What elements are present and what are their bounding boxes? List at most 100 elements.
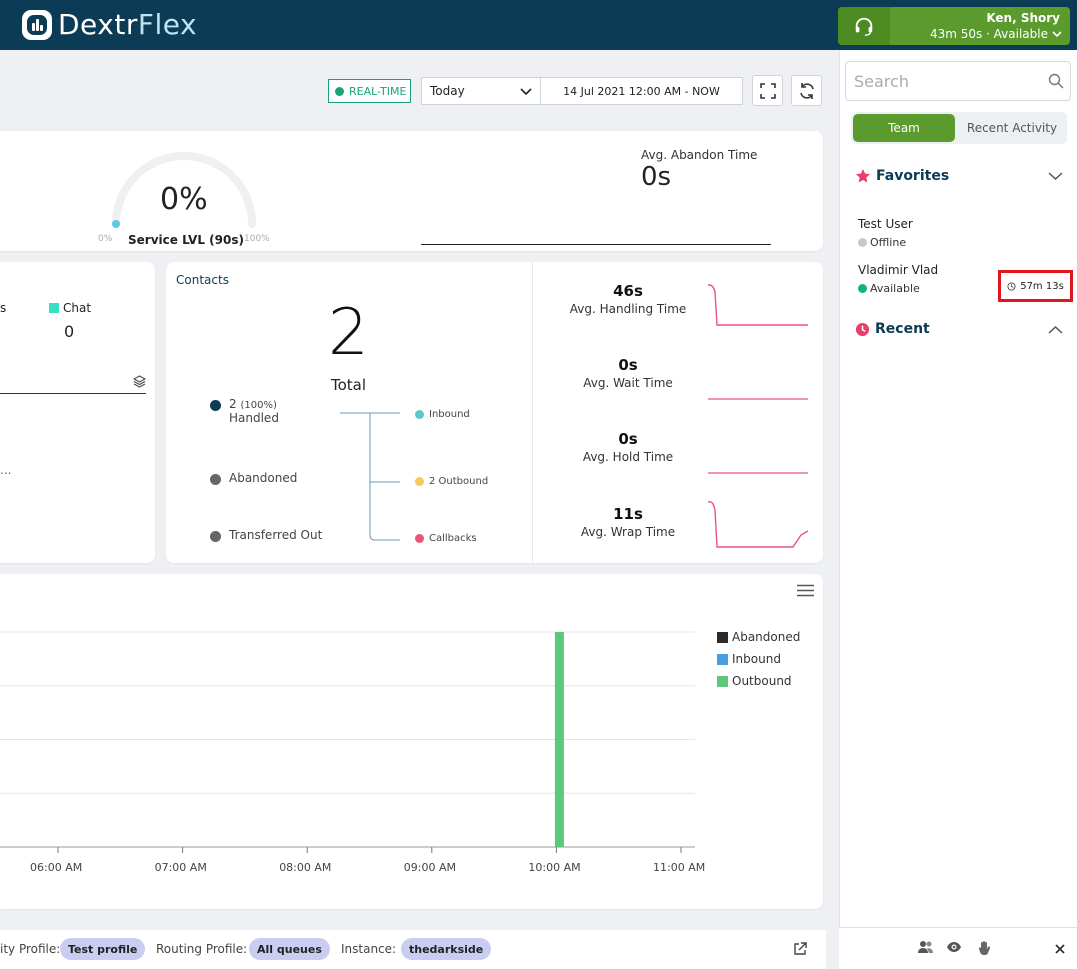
legend-swatch (717, 653, 728, 665)
transferred-item: Transferred Out (210, 528, 322, 542)
close-icon[interactable] (1055, 944, 1065, 954)
date-range-field[interactable]: 14 Jul 2021 12:00 AM - NOW (541, 77, 743, 105)
channel-partial-label: s (0, 301, 7, 315)
status-text: Available (870, 282, 920, 295)
realtime-badge: REAL-TIME (328, 79, 411, 103)
contacts-divider (532, 262, 533, 563)
user-name[interactable]: Test User (858, 217, 913, 231)
gauge-max-label: 100% (244, 234, 270, 244)
metric-label: Avg. Wrap Time (580, 525, 676, 539)
handled-dot (210, 400, 221, 411)
tab-team[interactable]: Team (853, 114, 955, 142)
chevron-down-icon[interactable] (1048, 171, 1063, 181)
instance-label: Instance: (341, 942, 397, 956)
outbound-dot (415, 477, 424, 486)
callbacks-dot (415, 534, 424, 543)
overflow-text: ... (0, 463, 12, 477)
routing-profile-pill[interactable]: All queues (249, 938, 330, 960)
external-link-icon[interactable] (793, 942, 807, 956)
search-input[interactable]: Search (845, 61, 1071, 101)
x-tick-label: 10:00 AM (528, 861, 581, 874)
callbacks-label: Callbacks (429, 533, 477, 544)
status-text: Offline (870, 236, 907, 249)
timer-text: 57m 13s (1020, 280, 1064, 292)
handled-percent: (100%) (240, 400, 277, 411)
search-icon[interactable] (1048, 73, 1064, 89)
chat-value: 0 (64, 322, 75, 341)
abandoned-dot (210, 474, 221, 485)
x-tick-label: 08:00 AM (279, 861, 332, 874)
avg-abandon-label: Avg. Abandon Time (641, 148, 758, 162)
period-select[interactable]: Today (421, 77, 541, 105)
headset-icon (838, 7, 890, 45)
outbound-item: 2 Outbound (415, 476, 488, 487)
search-placeholder: Search (854, 71, 909, 91)
x-tick-label: 09:00 AM (403, 861, 457, 874)
refresh-icon (799, 82, 814, 99)
legend-swatch (717, 631, 728, 643)
recent-label: Recent (875, 321, 930, 337)
agent-status-text: 43m 50s · Available (929, 27, 1048, 41)
routing-profile-label: Routing Profile: (156, 942, 248, 956)
clock-icon (1007, 281, 1016, 291)
avg-abandon-value: 0s (641, 162, 672, 192)
metric-sparklines (707, 284, 809, 548)
metric-wrap: 11s Avg. Wrap Time (553, 505, 703, 539)
metric-value: 46s (613, 282, 643, 300)
user-status-timer: 57m 13s (998, 270, 1073, 302)
refresh-button[interactable] (791, 75, 822, 106)
metric-value: 0s (618, 356, 638, 374)
users-icon[interactable] (918, 940, 934, 954)
layers-icon[interactable] (133, 375, 146, 388)
handled-count: 2 (229, 397, 237, 411)
contacts-total-value: 2 (328, 296, 369, 370)
eye-icon[interactable] (946, 940, 962, 954)
favorites-header[interactable]: Favorites (855, 168, 949, 184)
hand-icon[interactable] (977, 940, 991, 955)
legend-outbound[interactable]: Outbound (717, 674, 792, 688)
legend-inbound[interactable]: Inbound (717, 652, 781, 666)
legend-swatch (717, 675, 728, 687)
menu-icon[interactable] (797, 584, 814, 597)
recent-header[interactable]: Recent (855, 321, 930, 337)
x-tick-label: 11:00 AM (653, 861, 706, 874)
clock-icon (855, 322, 870, 336)
metric-label: Avg. Hold Time (582, 450, 674, 464)
handled-label: Handled (229, 411, 279, 425)
abandoned-item: Abandoned (210, 471, 297, 485)
user-name[interactable]: Vladimir Vlad (858, 263, 938, 277)
transferred-label: Transferred Out (229, 528, 323, 542)
chat-label: Chat (63, 301, 92, 315)
status-dot (858, 238, 867, 247)
security-profile-pill[interactable]: Test profile (60, 938, 146, 960)
chevron-down-icon (1052, 31, 1062, 38)
chevron-up-icon[interactable] (1048, 325, 1063, 335)
contacts-total-label: Total (331, 376, 367, 394)
metric-value: 0s (618, 430, 638, 448)
service-level-value: 0% (160, 182, 208, 217)
channel-divider (0, 393, 146, 394)
legend-abandoned[interactable]: Abandoned (717, 630, 800, 644)
transferred-dot (210, 531, 221, 542)
chat-color-swatch (49, 303, 59, 313)
legend-label: Abandoned (732, 630, 801, 644)
chevron-down-icon (520, 88, 532, 96)
agent-status-dropdown[interactable]: 43m 50s · Available (930, 27, 1062, 41)
fullscreen-icon (759, 82, 776, 99)
chat-legend: Chat (49, 301, 91, 315)
user-status: Offline (858, 236, 906, 249)
agent-status-widget[interactable]: Ken, Shory 43m 50s · Available (838, 7, 1070, 45)
user-status: Available (858, 282, 920, 295)
instance-pill[interactable]: thedarkside (401, 938, 492, 960)
metric-label: Avg. Handling Time (569, 302, 687, 316)
agent-name: Ken, Shory (986, 11, 1060, 25)
service-level-label: Service LVL (90s) (128, 233, 244, 247)
tab-recent-activity[interactable]: Recent Activity (959, 114, 1065, 142)
fullscreen-button[interactable] (752, 75, 783, 106)
x-tick-label: 06:00 AM (30, 861, 83, 874)
abandon-sparkline (421, 244, 771, 245)
contacts-title: Contacts (176, 273, 229, 287)
contacts-bar-chart (0, 631, 695, 853)
inbound-dot (415, 410, 424, 419)
bar-outbound[interactable] (554, 632, 564, 847)
